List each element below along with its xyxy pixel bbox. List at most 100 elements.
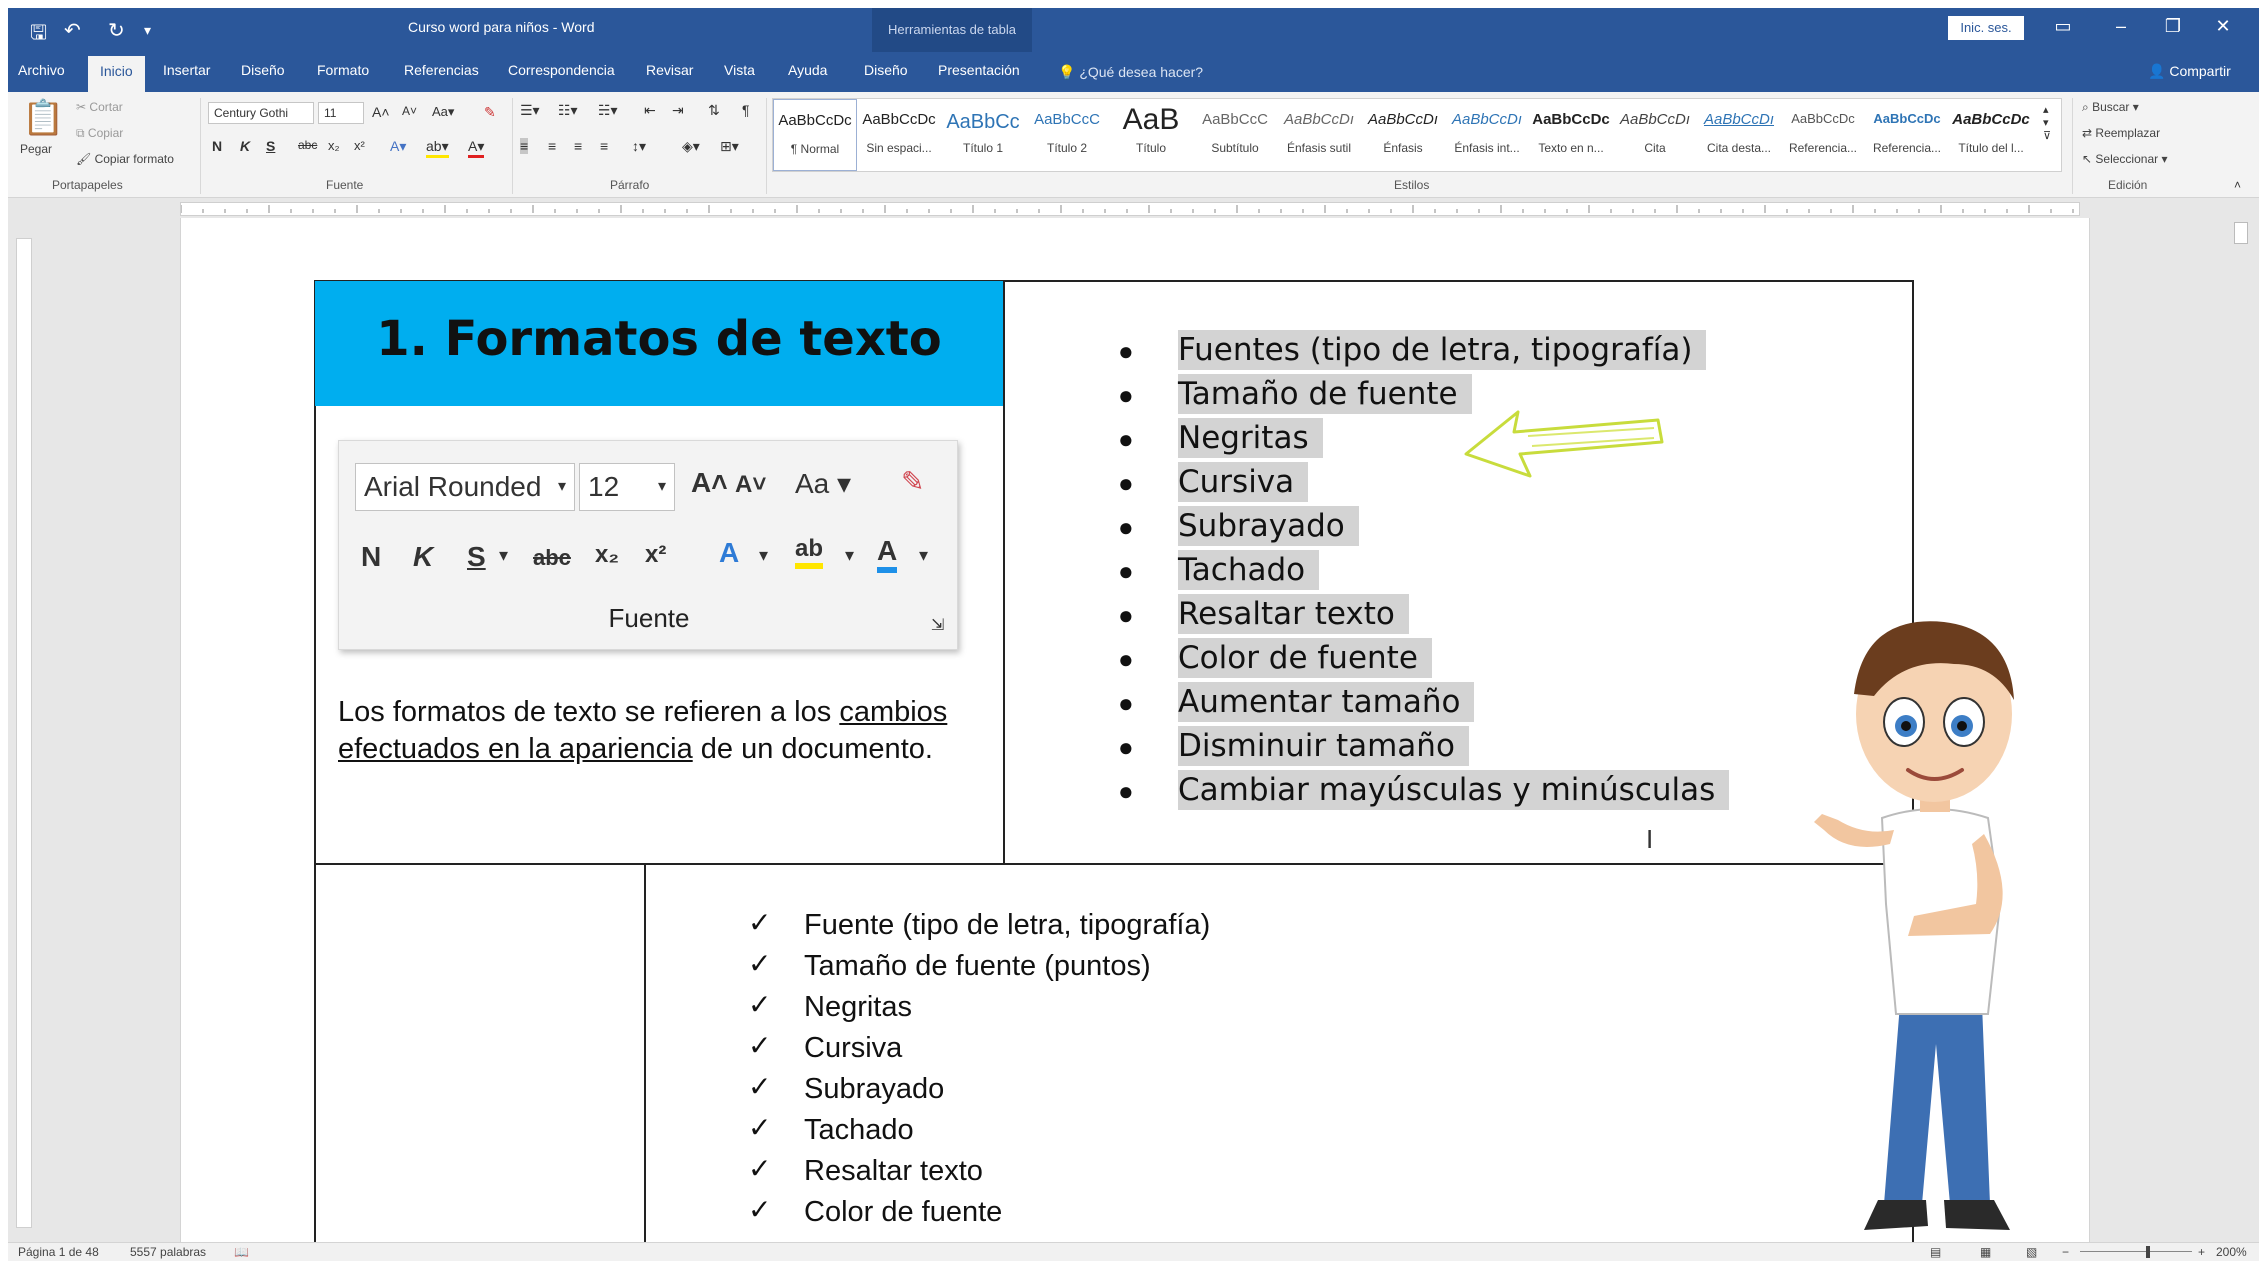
close-icon[interactable]: ✕ (2208, 16, 2238, 37)
style-heading-1[interactable]: AaBbCc Título 1 (941, 99, 1025, 171)
superscript-icon[interactable]: x² (354, 138, 365, 153)
chevron-down-icon: ▾ (557, 478, 566, 495)
save-icon[interactable]: 🖫 (30, 18, 47, 52)
tab-archivo[interactable]: Archivo (18, 62, 65, 78)
paste-button[interactable]: Pegar (20, 142, 52, 156)
tab-inicio[interactable]: Inicio (88, 56, 145, 92)
paste-icon[interactable]: 📋 (22, 98, 64, 138)
style-subtle-emphasis[interactable]: AaBbCcDı Énfasis sutil (1277, 99, 1361, 171)
style-intense-quote[interactable]: AaBbCcDı Cita desta... (1697, 99, 1781, 171)
tab-diseno-tabla[interactable]: Diseño (864, 62, 908, 78)
minimize-icon[interactable]: – (2106, 16, 2136, 37)
italic-icon[interactable]: K (240, 138, 250, 154)
sign-in-button[interactable]: Inic. ses. (1948, 16, 2024, 40)
page-count[interactable]: Página 1 de 48 (18, 1245, 99, 1259)
shading-icon[interactable]: ◈▾ (682, 138, 700, 155)
style-title[interactable]: AaB Título (1109, 99, 1193, 171)
font-size-box[interactable]: 11 (318, 102, 364, 124)
show-marks-icon[interactable]: ¶ (742, 102, 750, 118)
underline-icon[interactable]: S (266, 138, 275, 154)
collapse-ribbon-icon[interactable]: ˄ (2234, 178, 2241, 192)
align-left-icon[interactable]: ≡ (520, 138, 529, 154)
zoom-out-icon[interactable]: − (2062, 1245, 2069, 1259)
align-center-icon[interactable]: ≡ (548, 138, 556, 154)
list-item-text: Tamaño de fuente (1178, 374, 1472, 414)
word-count[interactable]: 5557 palabras (130, 1245, 206, 1259)
font-color-icon[interactable]: A▾ (468, 138, 485, 158)
vertical-ruler[interactable] (16, 238, 32, 1228)
zoom-in-icon[interactable]: + (2198, 1245, 2205, 1259)
multilevel-list-icon[interactable]: ☵▾ (598, 102, 618, 119)
borders-icon[interactable]: ⊞▾ (720, 138, 739, 155)
style-normal[interactable]: AaBbCcDc ¶ Normal (773, 99, 857, 171)
replace-button[interactable]: ⇄ Reemplazar (2082, 126, 2160, 140)
tab-diseno[interactable]: Diseño (241, 62, 285, 78)
bullets-icon[interactable]: ☰▾ (520, 102, 540, 119)
copy-button[interactable]: ⧉ Copiar (76, 126, 123, 141)
cut-button[interactable]: ✂ Cortar (76, 100, 123, 114)
tab-correspondencia[interactable]: Correspondencia (508, 62, 615, 78)
style-book-title[interactable]: AaBbCcDc Título del l... (1949, 99, 2033, 171)
quick-access-menu-icon[interactable]: ▾ (144, 22, 151, 39)
strikethrough-icon[interactable]: abc (298, 138, 317, 152)
shrink-font-icon[interactable]: A˅ (402, 104, 417, 118)
tab-revisar[interactable]: Revisar (646, 62, 693, 78)
align-right-icon[interactable]: ≡ (574, 138, 582, 154)
style-emphasis[interactable]: AaBbCcDı Énfasis (1361, 99, 1445, 171)
highlight-icon[interactable]: ab▾ (426, 138, 449, 158)
grow-font-icon[interactable]: A˄ (372, 104, 390, 120)
zoom-slider[interactable] (2080, 1251, 2192, 1252)
line-spacing-icon[interactable]: ↕▾ (632, 138, 646, 155)
change-case-icon[interactable]: Aa▾ (432, 104, 454, 120)
print-layout-icon[interactable]: ▦ (1980, 1245, 1991, 1259)
style-subtle-reference[interactable]: AaBbCcDc Referencia... (1781, 99, 1865, 171)
tab-ayuda[interactable]: Ayuda (788, 62, 827, 78)
superscript-icon: x² (645, 541, 667, 568)
ribbon-display-icon[interactable]: ▭ (2048, 16, 2078, 37)
style-intense-reference[interactable]: AaBbCcDc Referencia... (1865, 99, 1949, 171)
decrease-indent-icon[interactable]: ⇤ (644, 102, 656, 119)
horizontal-ruler[interactable] (8, 198, 2259, 218)
restore-icon[interactable]: ❐ (2158, 16, 2188, 37)
text-effects-icon[interactable]: A▾ (390, 138, 406, 155)
style-heading-2[interactable]: AaBbCcC Título 2 (1025, 99, 1109, 171)
undo-icon[interactable]: ↶ (64, 18, 81, 43)
tell-me-search[interactable]: 💡 ¿Qué desea hacer? (1058, 64, 1203, 81)
sort-icon[interactable]: ⇅ (708, 102, 720, 119)
increase-indent-icon[interactable]: ⇥ (672, 102, 684, 119)
font-name-box[interactable]: Century Gothi (208, 102, 314, 124)
bold-icon[interactable]: N (212, 138, 222, 154)
share-button[interactable]: 👤 Compartir (2148, 63, 2231, 80)
clear-format-icon[interactable]: ✎ (484, 104, 496, 121)
select-button[interactable]: ↖ Seleccionar ▾ (2082, 152, 2167, 166)
zoom-level[interactable]: 200% (2216, 1245, 2247, 1259)
style-strong[interactable]: AaBbCcDc Texto en n... (1529, 99, 1613, 171)
justify-icon[interactable]: ≡ (600, 138, 608, 154)
read-mode-icon[interactable]: ▤ (1930, 1245, 1941, 1259)
list-item-text: Tachado (804, 1114, 914, 1146)
tab-presentacion[interactable]: Presentación (938, 62, 1020, 78)
proofing-icon[interactable]: 📖 (234, 1245, 249, 1259)
style-subtitle[interactable]: AaBbCcC Subtítulo (1193, 99, 1277, 171)
style-no-spacing[interactable]: AaBbCcDc Sin espaci... (857, 99, 941, 171)
italic-icon: K (413, 541, 434, 572)
tab-formato[interactable]: Formato (317, 62, 369, 78)
select-label: Seleccionar (2095, 152, 2159, 166)
font-group-label: Fuente (326, 178, 364, 192)
vertical-scrollbar[interactable] (2230, 198, 2252, 1238)
style-quote[interactable]: AaBbCcDı Cita (1613, 99, 1697, 171)
tab-insertar[interactable]: Insertar (163, 62, 210, 78)
style-intense-emphasis[interactable]: AaBbCcDı Énfasis int... (1445, 99, 1529, 171)
subscript-icon[interactable]: x₂ (328, 138, 340, 153)
format-painter-button[interactable]: 🖌 Copiar formato (76, 152, 174, 166)
bullet-dot: ● (1118, 644, 1134, 674)
web-layout-icon[interactable]: ▧ (2026, 1245, 2037, 1259)
tab-referencias[interactable]: Referencias (404, 62, 479, 78)
zoom-slider-thumb[interactable] (2146, 1246, 2150, 1258)
find-button[interactable]: ⌕ Buscar ▾ (2082, 100, 2139, 115)
scroll-thumb[interactable] (2234, 222, 2248, 244)
gallery-more-icon[interactable]: ▴ ▾ ⊽ (2043, 103, 2051, 142)
redo-icon[interactable]: ↻ (108, 18, 125, 43)
tab-vista[interactable]: Vista (724, 62, 755, 78)
numbering-icon[interactable]: ☷▾ (558, 102, 578, 119)
